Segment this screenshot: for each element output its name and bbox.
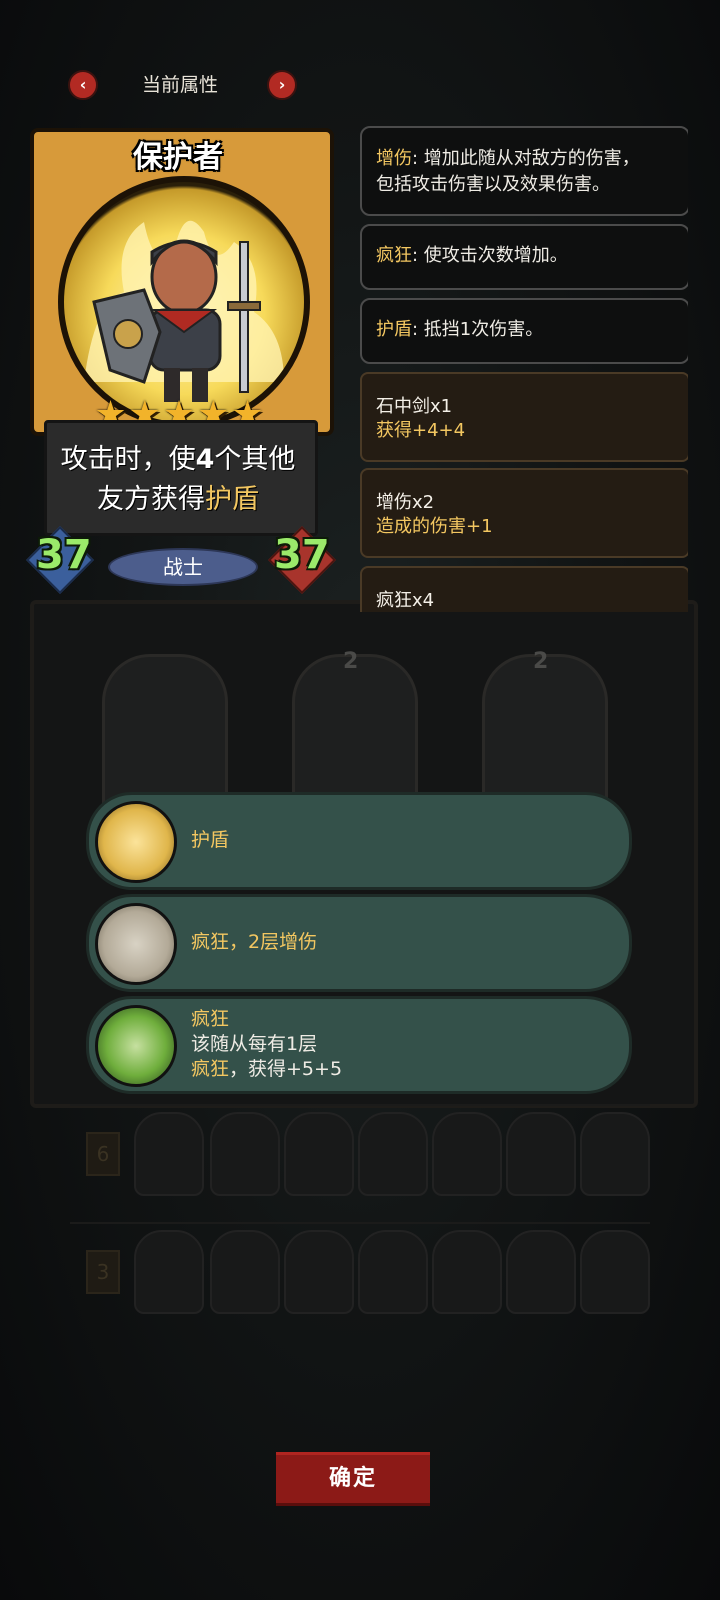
effect-keyword: 增伤 <box>279 931 318 953</box>
bench-slot <box>134 1112 204 1196</box>
health-value: 37 <box>274 532 330 578</box>
chevron-right-icon: › <box>278 75 286 94</box>
item-box: 增伤x2 造成的伤害+1 <box>360 468 688 558</box>
bench-slot <box>358 1230 428 1314</box>
item-effect: 获得+4+4 <box>376 420 466 441</box>
bench-slot <box>580 1112 650 1196</box>
bench-slot <box>210 1230 280 1314</box>
bench-slot <box>284 1112 354 1196</box>
bench-slot <box>358 1112 428 1196</box>
keyword-box: 护盾: 抵挡1次伤害。 <box>360 298 688 364</box>
effect-text-part: 疯狂，2层 <box>191 931 280 953</box>
hero-portrait <box>58 176 310 428</box>
bench-slot <box>506 1112 576 1196</box>
effect-row[interactable]: 护盾 <box>86 792 632 890</box>
effect-text: 护盾 <box>191 829 230 851</box>
ability-text-part: 攻击时，使 <box>60 444 196 475</box>
attack-value: 37 <box>36 532 92 578</box>
blades-icon <box>95 903 177 985</box>
item-title: 石中剑x1 <box>376 396 453 417</box>
class-label: 战士 <box>108 548 258 586</box>
hero-name: 保护者 <box>133 140 223 175</box>
page-title: 当前属性 <box>141 74 218 96</box>
tier-badge: 3 <box>86 1250 120 1294</box>
keyword-desc: : 使攻击次数增加。 <box>412 245 568 266</box>
item-box: 石中剑x1 获得+4+4 <box>360 372 688 462</box>
effect-keyword: 疯狂 <box>191 1058 230 1080</box>
effect-title: 疯狂 <box>191 1008 230 1030</box>
keyword-box: 疯狂: 使攻击次数增加。 <box>360 224 688 290</box>
ability-keyword: 护盾 <box>205 484 259 515</box>
effect-text: 该随从每有1层 <box>191 1033 318 1055</box>
chevron-left-icon: ‹ <box>79 75 87 94</box>
effect-row[interactable]: 疯狂，2层增伤 <box>86 894 632 992</box>
warrior-portrait-icon <box>84 220 284 402</box>
keyword-name: 疯狂 <box>376 245 412 266</box>
bench-slot <box>432 1112 502 1196</box>
bench-slot <box>134 1230 204 1314</box>
effect-text: 疯狂，获得+5+5 <box>191 1057 342 1082</box>
confirm-button[interactable]: 确定 <box>276 1452 430 1506</box>
item-title: 增伤x2 <box>376 492 435 513</box>
effect-text: 疯狂，2层增伤 <box>191 930 317 955</box>
skull-icon <box>95 1005 177 1087</box>
ability-text-part: 个其他 <box>214 444 296 475</box>
minion-cost: 2 <box>533 649 549 674</box>
shield-warrior-icon <box>95 801 177 883</box>
bench-row: 3 <box>70 1222 650 1316</box>
keyword-name: 增伤 <box>376 148 412 169</box>
bench-slot <box>284 1230 354 1314</box>
next-button[interactable]: › <box>267 70 297 100</box>
minion-cost: 2 <box>343 649 359 674</box>
item-effect: 造成的伤害+1 <box>376 516 493 537</box>
keyword-line: 增伤: 增加此随从对敌方的伤害， <box>376 146 640 172</box>
keyword-line: 护盾: 抵挡1次伤害。 <box>376 317 543 343</box>
keyword-box: 增伤: 增加此随从对敌方的伤害， 包括攻击伤害以及效果伤害。 <box>360 126 688 216</box>
item-title: 疯狂x4 <box>376 590 435 611</box>
item-box: 疯狂x4 <box>360 566 688 612</box>
keyword-line: 疯狂: 使攻击次数增加。 <box>376 243 568 269</box>
bench-slot <box>506 1230 576 1314</box>
bench-slot <box>432 1230 502 1314</box>
hero-card: 保护者 ★★★★★ 攻击时，使4个其他 友方获得护盾 37 战士 37 <box>26 128 336 594</box>
ability-text: 攻击时，使4个其他 友方获得护盾 <box>44 440 312 520</box>
effect-text-part: ，获得+5+5 <box>229 1058 343 1080</box>
ability-text-part: 友方获得 <box>97 484 205 515</box>
keyword-desc: : 增加此随从对敌方的伤害， <box>412 148 640 169</box>
bench-slot <box>210 1112 280 1196</box>
tier-badge: 6 <box>86 1132 120 1176</box>
bench-slot <box>580 1230 650 1314</box>
bench-row: 6 <box>70 1104 650 1198</box>
ability-count: 4 <box>195 444 215 475</box>
prev-button[interactable]: ‹ <box>68 70 98 100</box>
keyword-desc-line2: 包括攻击伤害以及效果伤害。 <box>376 174 610 195</box>
info-panels[interactable]: 增伤: 增加此随从对敌方的伤害， 包括攻击伤害以及效果伤害。 疯狂: 使攻击次数… <box>360 126 688 612</box>
keyword-desc: : 抵挡1次伤害。 <box>412 319 544 340</box>
keyword-name: 护盾 <box>376 319 412 340</box>
effect-row[interactable]: 疯狂 该随从每有1层 疯狂，获得+5+5 <box>86 996 632 1094</box>
